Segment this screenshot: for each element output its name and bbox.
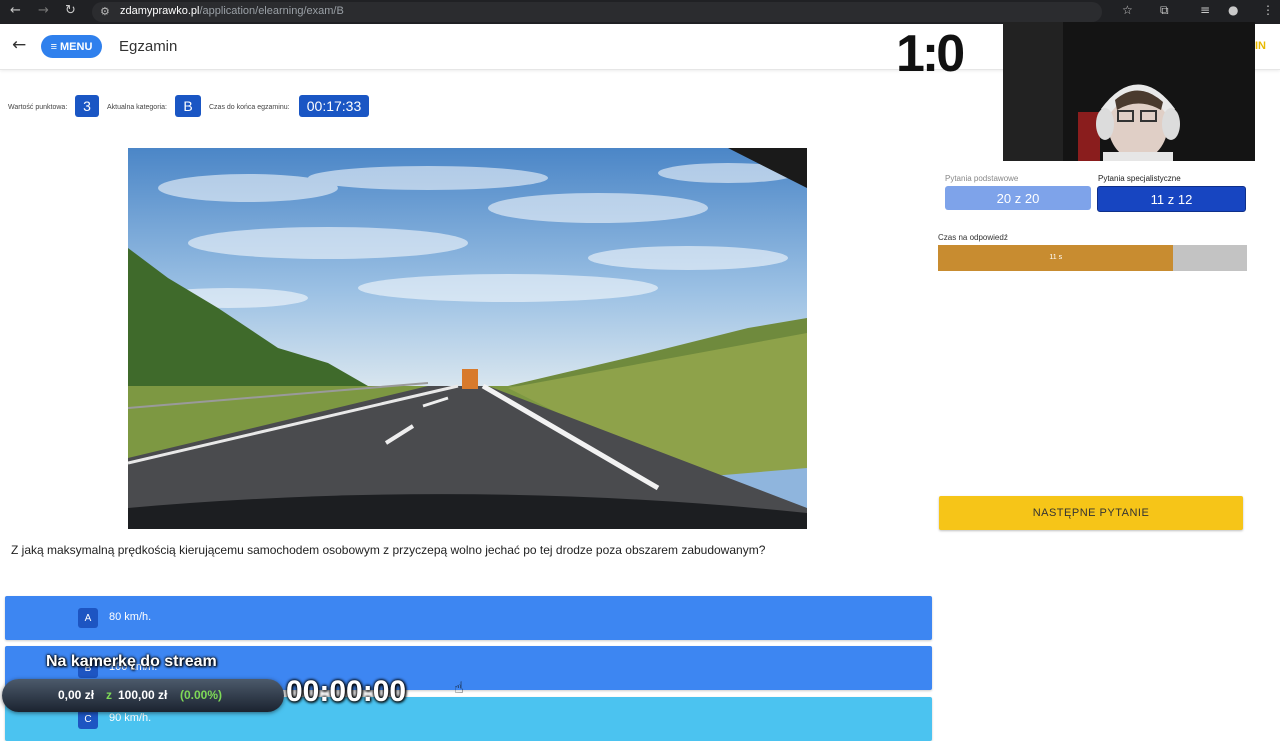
stream-title-overlay: Na kamerkę do stream: [46, 653, 217, 670]
basic-questions-counter: 20 z 20: [945, 186, 1091, 210]
special-questions-counter: 11 z 12: [1097, 186, 1246, 212]
browser-reload-icon[interactable]: ↻: [65, 3, 76, 18]
answer-time-progress: 11 s: [938, 245, 1247, 271]
address-bar[interactable]: ⚙ zdamyprawko.pl/application/elearning/e…: [92, 2, 1102, 22]
question-image: [128, 148, 807, 529]
basic-questions-label: Pytania podstawowe: [945, 174, 1019, 183]
back-arrow-icon[interactable]: ←: [12, 35, 26, 55]
answer-text: 90 km/h.: [109, 712, 152, 724]
browser-menu-icon[interactable]: ⋮: [1262, 3, 1274, 17]
stream-timer-overlay: 00:00:00: [286, 675, 407, 708]
site-settings-icon[interactable]: ⚙: [100, 5, 110, 18]
score-overlay: 1:0: [896, 25, 965, 83]
exam-time-label: Czas do końca egzaminu:: [209, 104, 290, 111]
page-title: Egzamin: [119, 38, 178, 55]
hamburger-icon: ≡: [50, 40, 58, 53]
webcam-overlay: [1003, 22, 1255, 161]
browser-back-icon[interactable]: ←: [10, 3, 21, 18]
answer-text: 80 km/h.: [109, 611, 152, 623]
next-question-button[interactable]: NASTĘPNE PYTANIE: [939, 496, 1243, 530]
road-scene: [128, 148, 807, 529]
browser-forward-icon[interactable]: →: [38, 3, 49, 18]
answer-letter: A: [78, 608, 98, 628]
answer-letter: C: [78, 709, 98, 729]
answer-time-value: 11 s: [1049, 254, 1063, 261]
streamer-webcam-image: [1003, 22, 1255, 161]
mouse-cursor-icon: ☝: [454, 678, 464, 697]
media-icon[interactable]: ≡: [1200, 3, 1210, 17]
browser-toolbar: ← → ↻ ⚙ zdamyprawko.pl/application/elear…: [0, 0, 1280, 24]
url-host: zdamyprawko.pl: [120, 5, 200, 17]
points-badge: 3: [75, 95, 99, 117]
special-questions-label: Pytania specjalistyczne: [1098, 174, 1181, 183]
menu-button[interactable]: ≡ MENU: [41, 35, 102, 58]
donation-current: 0,00 zł: [58, 688, 95, 702]
question-text: Z jaką maksymalną prędkością kierującemu…: [11, 543, 766, 557]
menu-label: MENU: [60, 40, 93, 53]
extensions-icon[interactable]: ⧉: [1160, 3, 1169, 18]
url-path: /application/elearning/exam/B: [199, 5, 344, 17]
donation-goal: 100,00 zł: [118, 688, 168, 702]
header-yellow-text-edge: IN: [1255, 40, 1266, 52]
donation-goal-overlay: 0,00 zł z 100,00 zł (0.00%): [2, 679, 284, 712]
exam-time-badge: 00:17:33: [299, 95, 369, 117]
category-label: Aktualna kategoria:: [107, 104, 167, 111]
donation-percent: (0.00%): [180, 688, 223, 702]
profile-icon[interactable]: ●: [1228, 3, 1238, 17]
answer-time-label: Czas na odpowiedź: [938, 233, 1008, 242]
bookmark-star-icon[interactable]: ☆: [1122, 3, 1133, 17]
points-label: Wartość punktowa:: [8, 104, 68, 111]
category-badge: B: [175, 95, 201, 117]
donation-separator: z: [106, 688, 112, 702]
answer-a-button[interactable]: A 80 km/h.: [5, 596, 932, 640]
